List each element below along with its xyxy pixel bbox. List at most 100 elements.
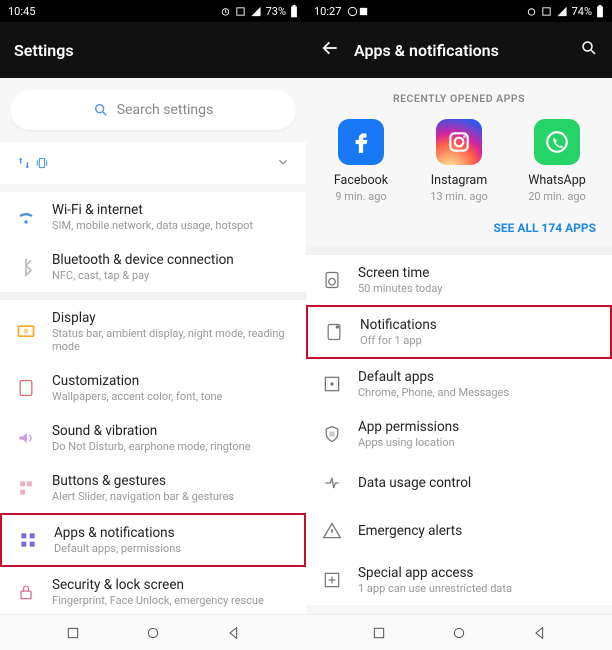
item-sub: Chrome, Phone, and Messages: [358, 386, 598, 399]
item-label: Screen time: [358, 265, 598, 281]
app-sub: 13 min. ago: [430, 190, 488, 203]
nav-home-icon[interactable]: [451, 625, 467, 641]
settings-item-lock[interactable]: Security & lock screen Fingerprint, Face…: [0, 567, 306, 614]
header: Settings: [0, 22, 306, 78]
search-button[interactable]: [580, 39, 598, 61]
search-icon: [93, 102, 109, 118]
nav-back-icon[interactable]: [532, 625, 548, 641]
item-sub: Fingerprint, Face Unlock, emergency resc…: [52, 594, 292, 607]
item-sub: SIM, mobile network, data usage, hotspot: [52, 219, 292, 232]
settings-item-gesture[interactable]: Buttons & gestures Alert Slider, navigat…: [0, 463, 306, 513]
item-label: Sound & vibration: [52, 423, 292, 439]
item-label: Notifications: [360, 317, 596, 333]
apps-item-special[interactable]: Special app access 1 app can use unrestr…: [306, 555, 612, 605]
item-label: Customization: [52, 373, 292, 389]
settings-item-display[interactable]: Display Status bar, ambient display, nig…: [0, 300, 306, 363]
item-label: Security & lock screen: [52, 577, 292, 593]
nav-home-icon[interactable]: [145, 625, 161, 641]
navbar: [306, 614, 612, 650]
battery-pct: 73%: [266, 5, 286, 18]
clock-icon: [320, 268, 344, 292]
gesture-icon: [14, 476, 38, 500]
statusbar: 10:45 73%: [0, 0, 306, 22]
item-label: Display: [52, 310, 292, 326]
apps-item-data[interactable]: Data usage control: [306, 459, 612, 507]
item-sub: 1 app can use unrestricted data: [358, 582, 598, 595]
nav-recent-icon[interactable]: [371, 625, 387, 641]
bluetooth-icon: [14, 255, 38, 279]
recent-app-ig[interactable]: Instagram 13 min. ago: [414, 119, 504, 203]
nav-recent-icon[interactable]: [65, 625, 81, 641]
item-label: Buttons & gestures: [52, 473, 292, 489]
item-sub: Do Not Disturb, earphone mode, ringtone: [52, 440, 292, 453]
navbar: [0, 614, 306, 650]
quick-toggle-icons: [16, 155, 50, 171]
nfc-icon: [235, 6, 246, 17]
item-sub: Default apps, permissions: [54, 542, 290, 555]
app-name: Facebook: [334, 173, 388, 188]
settings-item-apps[interactable]: Apps & notifications Default apps, permi…: [0, 513, 306, 567]
settings-item-wifi[interactable]: Wi-Fi & internet SIM, mobile network, da…: [0, 192, 306, 242]
item-label: Data usage control: [358, 475, 598, 491]
bell-icon: [322, 320, 346, 344]
signal-icon: [556, 6, 568, 17]
palette-icon: [14, 376, 38, 400]
app-name: WhatsApp: [528, 173, 586, 188]
settings-list: Wi-Fi & internet SIM, mobile network, da…: [0, 192, 306, 614]
data-icon: [320, 471, 344, 495]
apps-item-clock[interactable]: Screen time 50 minutes today: [306, 255, 612, 305]
item-sub: 50 minutes today: [358, 282, 598, 295]
special-icon: [320, 568, 344, 592]
phone-left: 10:45 73% Settings Search settings: [0, 0, 306, 650]
alarm-icon: [526, 6, 537, 17]
recent-apps-row: Facebook 9 min. agoInstagram 13 min. ago…: [306, 115, 612, 213]
item-label: Emergency alerts: [358, 523, 598, 539]
apps-item-bell[interactable]: Notifications Off for 1 app: [306, 305, 612, 359]
status-time: 10:27: [314, 5, 341, 18]
item-sub: Wallpapers, accent color, font, tone: [52, 390, 292, 403]
item-sub: Off for 1 app: [360, 334, 596, 347]
item-label: Bluetooth & device connection: [52, 252, 292, 268]
settings-item-bluetooth[interactable]: Bluetooth & device connection NFC, cast,…: [0, 242, 306, 292]
item-label: Apps & notifications: [54, 525, 290, 541]
apps-settings-list: Screen time 50 minutes today Notificatio…: [306, 255, 612, 605]
back-button[interactable]: [320, 38, 340, 62]
page-title: Apps & notifications: [354, 41, 499, 60]
wifi-icon: [14, 205, 38, 229]
settings-item-sound[interactable]: Sound & vibration Do Not Disturb, earpho…: [0, 413, 306, 463]
status-time: 10:45: [8, 5, 35, 18]
nfc-icon: [541, 6, 552, 17]
app-name: Instagram: [431, 173, 487, 188]
header: Apps & notifications: [306, 22, 612, 78]
sound-icon: [14, 426, 38, 450]
search-placeholder: Search settings: [117, 102, 214, 118]
star-icon: [320, 372, 344, 396]
app-sub: 20 min. ago: [528, 190, 586, 203]
nav-back-icon[interactable]: [226, 625, 242, 641]
apps-item-alert[interactable]: Emergency alerts: [306, 507, 612, 555]
apps-item-perm[interactable]: App permissions Apps using location: [306, 409, 612, 459]
recent-app-fb[interactable]: Facebook 9 min. ago: [316, 119, 406, 203]
content: Search settings Wi-Fi & internet SIM, mo…: [0, 78, 306, 614]
display-icon: [14, 320, 38, 344]
battery-icon: [596, 5, 604, 18]
see-all-apps-link[interactable]: SEE ALL 174 APPS: [306, 213, 612, 247]
vibrate-icon: [34, 155, 50, 171]
battery-pct: 74%: [572, 5, 592, 18]
recent-app-wa[interactable]: WhatsApp 20 min. ago: [512, 119, 602, 203]
apps-item-star[interactable]: Default apps Chrome, Phone, and Messages: [306, 359, 612, 409]
whatsapp-status-icon: [347, 6, 358, 17]
alert-icon: [320, 519, 344, 543]
settings-item-palette[interactable]: Customization Wallpapers, accent color, …: [0, 363, 306, 413]
item-sub: Status bar, ambient display, night mode,…: [52, 327, 292, 353]
battery-icon: [290, 5, 298, 18]
search-input[interactable]: Search settings: [10, 90, 296, 130]
item-sub: NFC, cast, tap & pay: [52, 269, 292, 282]
image-status-icon: [358, 6, 369, 17]
quick-toggle-row[interactable]: [0, 142, 306, 184]
statusbar: 10:27 74%: [306, 0, 612, 22]
page-title: Settings: [14, 41, 74, 60]
lock-icon: [14, 580, 38, 604]
item-label: Special app access: [358, 565, 598, 581]
item-sub: Apps using location: [358, 436, 598, 449]
